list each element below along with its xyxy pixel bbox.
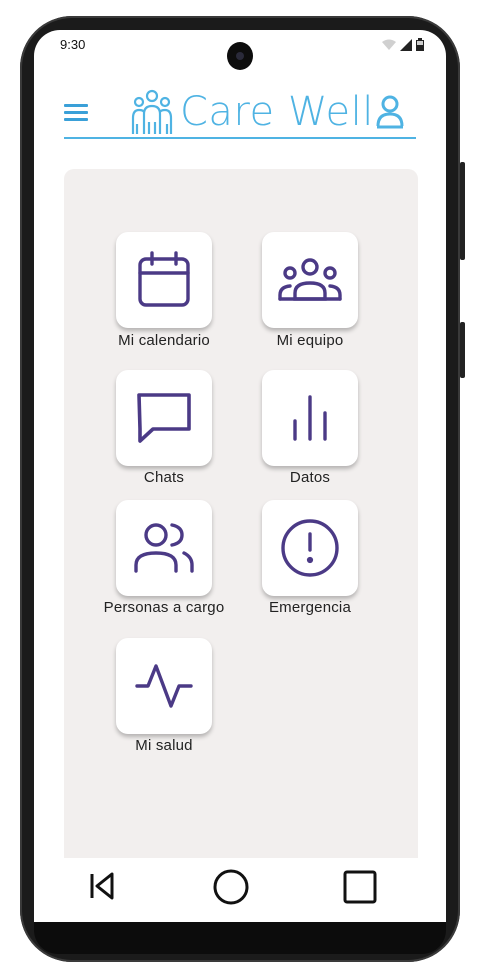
team-icon <box>278 258 342 301</box>
menu-icon-line <box>64 118 88 121</box>
back-icon <box>90 872 114 900</box>
home-icon <box>213 869 249 905</box>
signal-icon <box>400 38 412 51</box>
family-logo-icon <box>131 89 173 134</box>
pulse-icon <box>135 664 193 708</box>
app-name: Care Well <box>180 89 374 135</box>
front-camera <box>227 42 253 70</box>
phone-bottom-bezel <box>34 922 446 954</box>
tile-mi-calendario[interactable] <box>116 232 212 328</box>
tile-mi-salud[interactable] <box>116 638 212 734</box>
battery-icon <box>416 38 424 51</box>
tile-datos[interactable] <box>262 370 358 466</box>
tile-label: Emergencia <box>268 599 352 616</box>
profile-button[interactable] <box>374 94 406 130</box>
tile-personas-a-cargo[interactable] <box>116 500 212 596</box>
status-time: 9:30 <box>60 37 86 52</box>
header-divider <box>64 137 416 139</box>
bar-chart-icon <box>293 395 327 441</box>
menu-icon-line <box>64 104 88 107</box>
tile-label: Personas a cargo <box>103 599 225 616</box>
wifi-icon <box>382 39 396 50</box>
menu-button[interactable] <box>64 104 88 122</box>
volume-button <box>460 162 465 260</box>
calendar-icon <box>138 251 190 307</box>
app-logo: Care Well <box>130 88 374 136</box>
back-button[interactable] <box>86 870 118 907</box>
screen: 9:30 Care Well Mi calendario Mi equipo C… <box>34 30 446 922</box>
tile-label: Chats <box>143 469 185 486</box>
status-icons <box>382 38 424 51</box>
recents-icon <box>343 870 377 904</box>
menu-icon-line <box>64 111 88 114</box>
dashboard-panel: Mi calendario Mi equipo Chats Datos Pers… <box>64 169 418 869</box>
people-icon <box>134 523 194 573</box>
tile-label: Datos <box>289 469 331 486</box>
system-nav-bar <box>34 858 446 922</box>
alert-icon <box>281 519 339 577</box>
recents-button[interactable] <box>342 869 378 910</box>
tile-mi-equipo[interactable] <box>262 232 358 328</box>
tile-emergencia[interactable] <box>262 500 358 596</box>
tile-label: Mi salud <box>135 737 193 754</box>
tile-label: Mi equipo <box>276 332 344 349</box>
home-button[interactable] <box>212 868 250 911</box>
user-icon <box>376 95 404 129</box>
app-header: Care Well <box>34 88 446 140</box>
chat-icon <box>137 393 191 443</box>
tile-chats[interactable] <box>116 370 212 466</box>
tile-label: Mi calendario <box>118 332 210 349</box>
power-button <box>460 322 465 378</box>
